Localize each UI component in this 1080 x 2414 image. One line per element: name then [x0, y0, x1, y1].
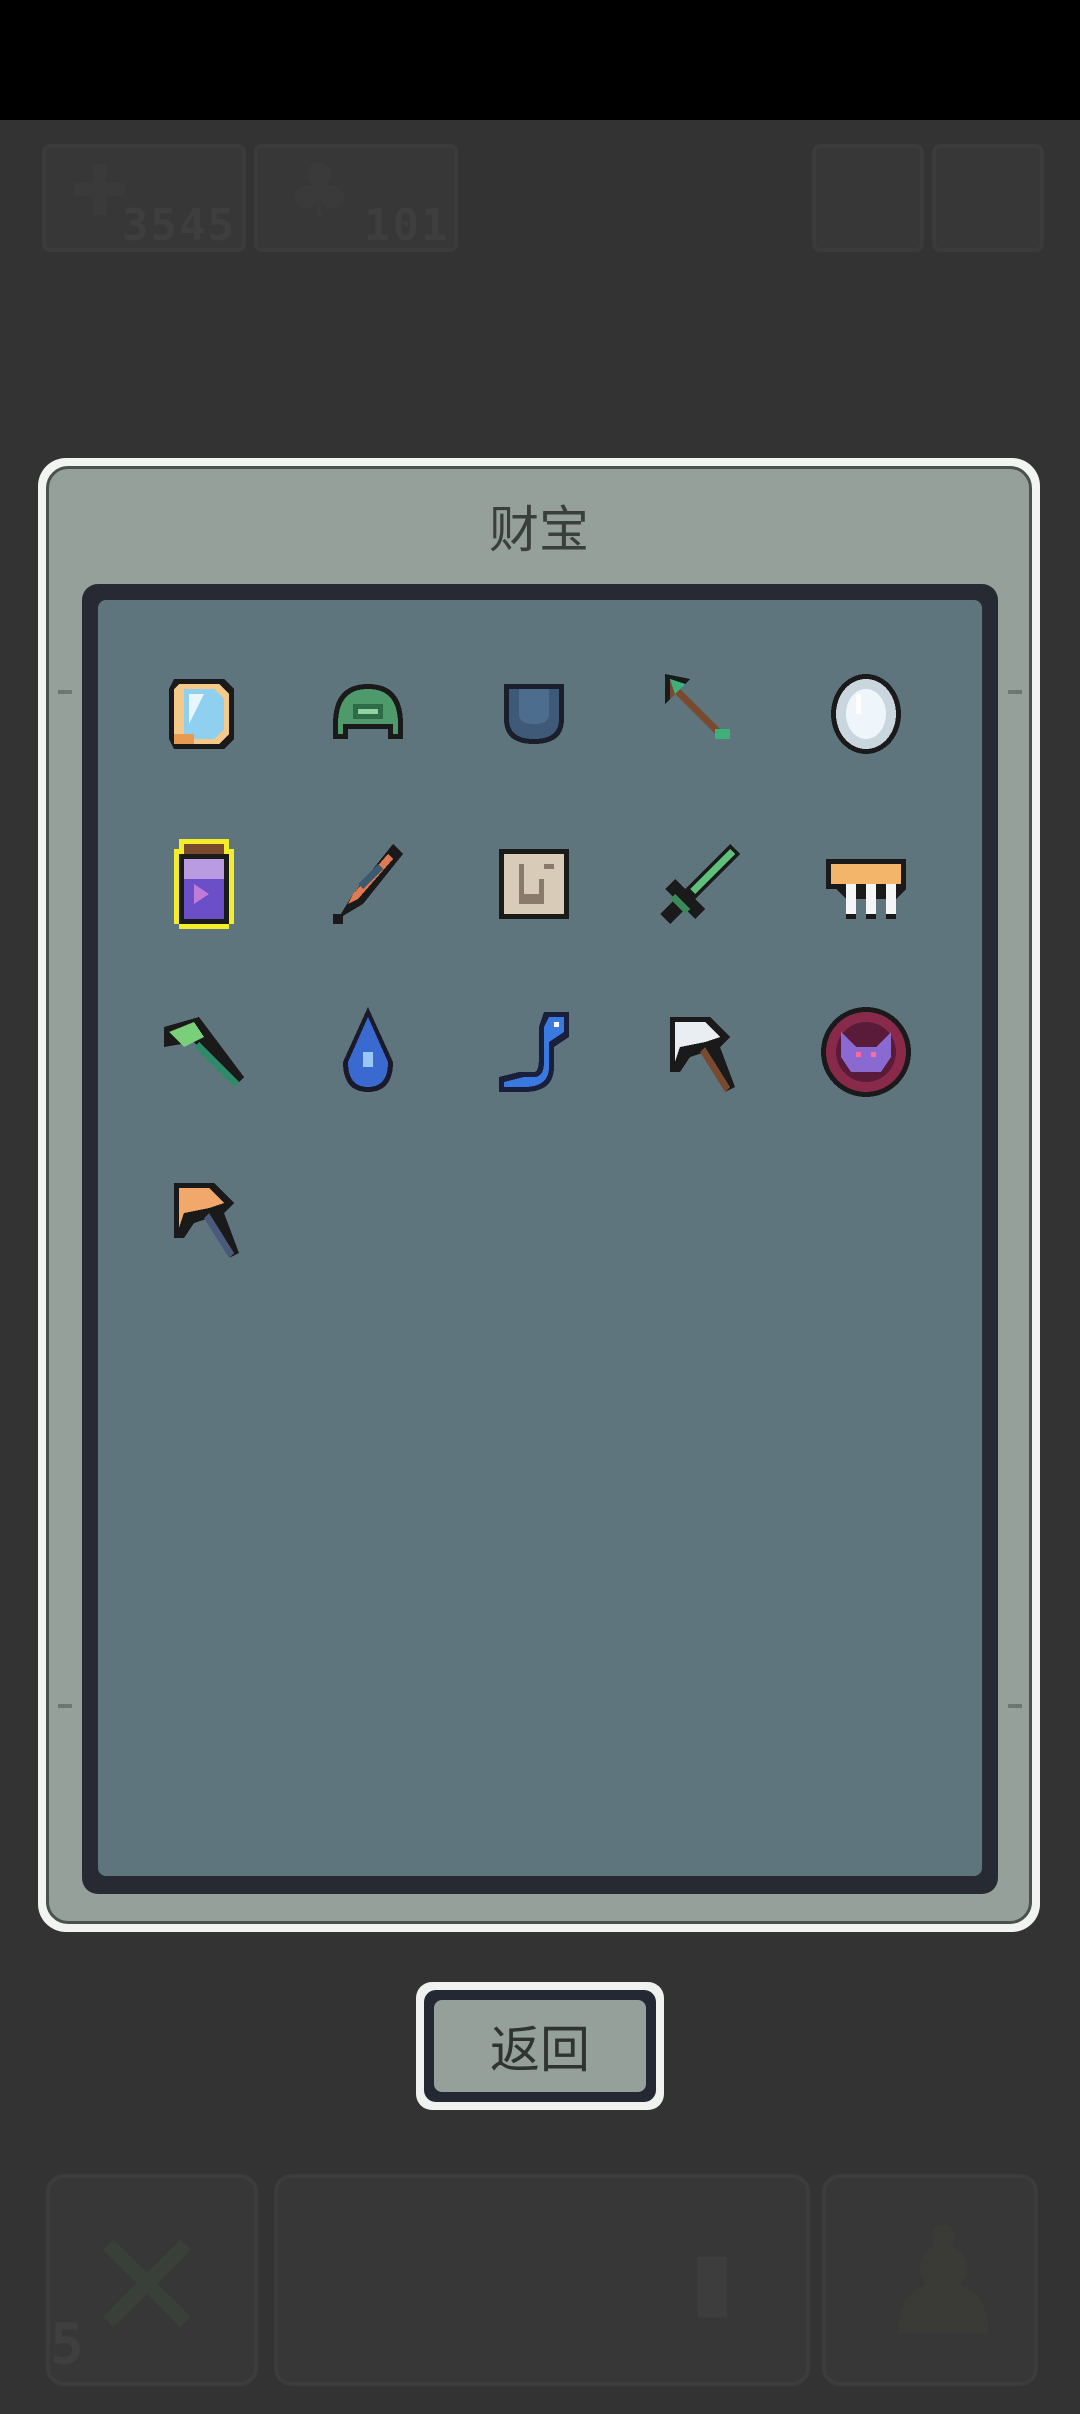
clover-icon: ♣ — [286, 148, 353, 234]
gold-icon: ✚ — [70, 150, 129, 232]
orange-pickaxe-icon[interactable] — [152, 1166, 256, 1270]
ember-feather-icon[interactable] — [316, 832, 420, 936]
ancient-map-icon[interactable] — [482, 832, 586, 936]
battle-badge: 5 — [50, 2312, 86, 2377]
water-drop-icon[interactable] — [316, 1000, 420, 1104]
book-icon: ▮ — [690, 2234, 735, 2327]
white-pickaxe-icon[interactable] — [648, 1000, 752, 1104]
rivet — [1008, 1704, 1022, 1708]
character-icon: ♟ — [876, 2196, 1011, 2370]
bone-claw-icon[interactable] — [814, 832, 918, 936]
crystal-scroll-icon[interactable] — [152, 662, 256, 766]
blue-serpent-icon[interactable] — [482, 1000, 586, 1104]
crossed-swords-icon: ✕ — [84, 2200, 210, 2374]
settings-button[interactable] — [932, 144, 1044, 252]
rivet — [1008, 690, 1022, 694]
panel-title: 财宝 — [489, 501, 589, 559]
green-arrow-icon[interactable] — [648, 662, 752, 766]
gem-count: 101 — [364, 200, 450, 251]
blue-pocket-icon[interactable] — [482, 662, 586, 766]
status-bar — [0, 0, 1080, 120]
rivet — [58, 690, 72, 694]
back-button[interactable]: 返回 — [434, 2000, 646, 2092]
purple-potion-jar-icon[interactable] — [152, 832, 256, 936]
gold-count: 3545 — [122, 200, 236, 251]
demon-emblem-icon[interactable] — [814, 1000, 918, 1104]
menu-button[interactable] — [812, 144, 924, 252]
green-axe-icon[interactable] — [152, 1000, 256, 1104]
silver-mirror-icon[interactable] — [814, 662, 918, 766]
green-sword-icon[interactable] — [648, 832, 752, 936]
green-helmet-icon[interactable] — [316, 662, 420, 766]
rivet — [58, 1704, 72, 1708]
